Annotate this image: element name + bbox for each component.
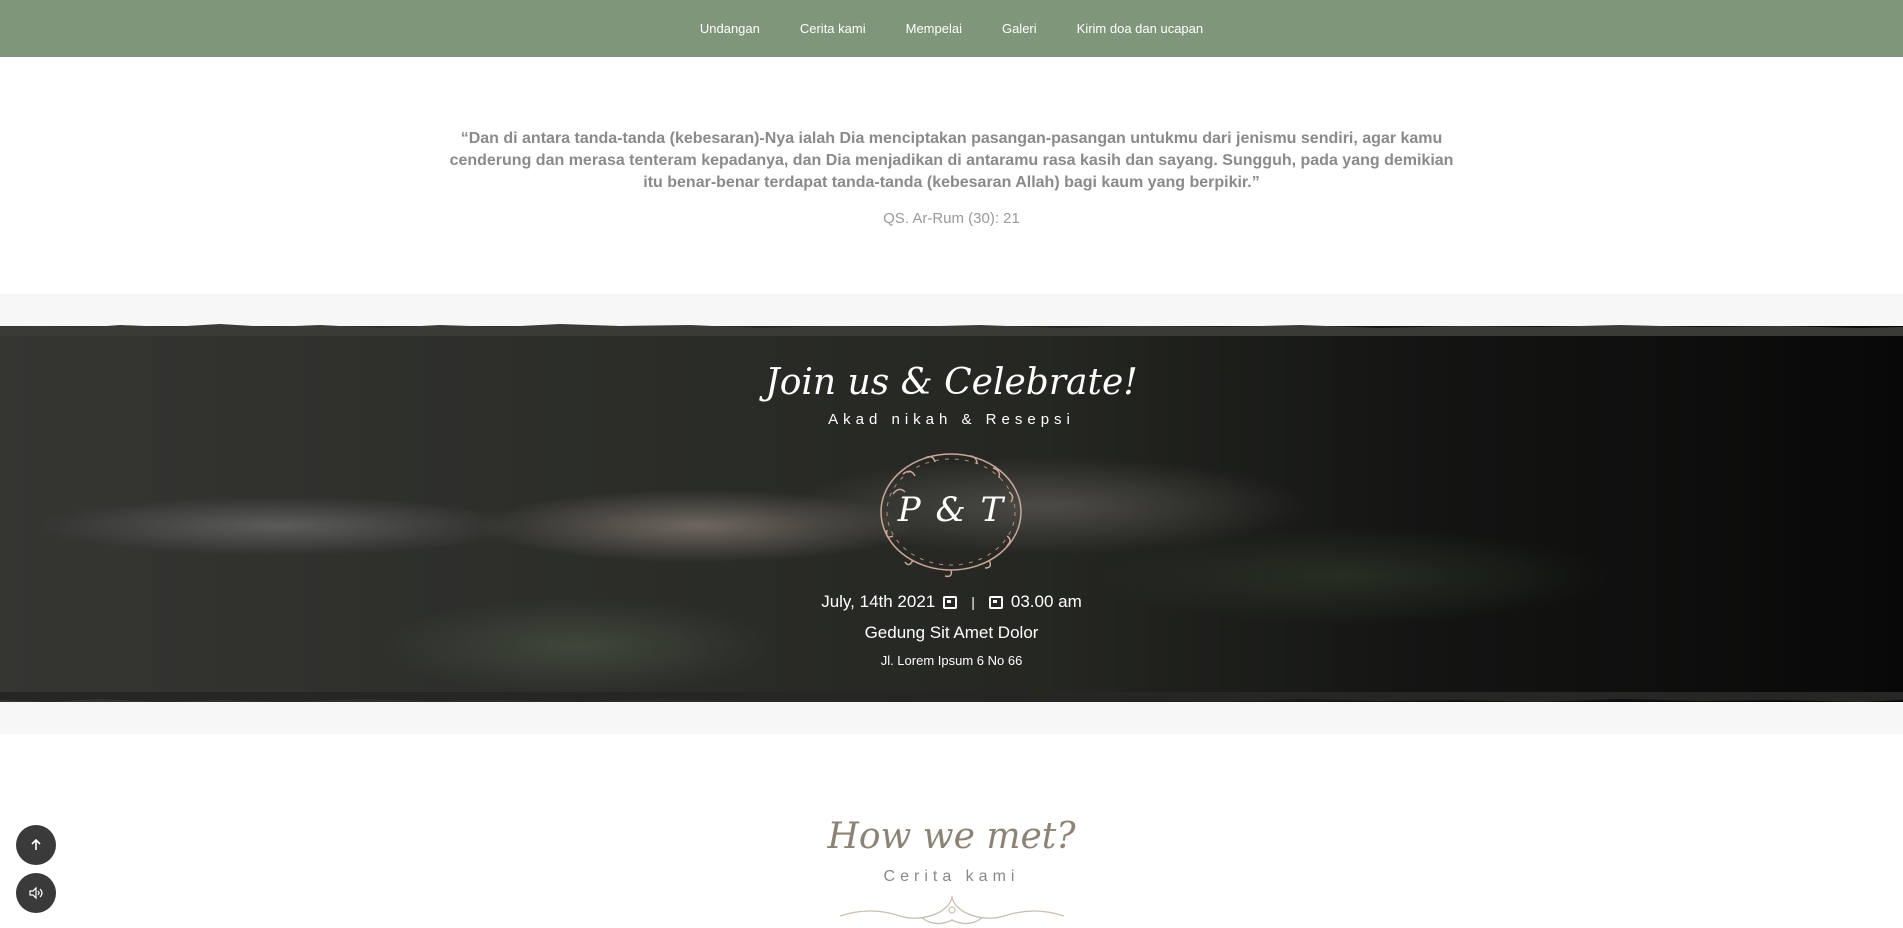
event-time: 03.00 am	[1010, 592, 1082, 611]
event-title: Join us & Celebrate!	[765, 362, 1138, 403]
top-nav: Undangan Cerita kami Mempelai Galeri Kir…	[0, 0, 1903, 57]
sound-toggle-button[interactable]	[16, 873, 56, 913]
torn-edge-bottom	[0, 692, 1903, 702]
quote-source: QS. Ar-Rum (30): 21	[883, 210, 1020, 227]
event-address: Jl. Lorem Ipsum 6 No 66	[880, 653, 1023, 668]
calendar-icon	[943, 595, 958, 609]
torn-edge-top	[0, 324, 1903, 336]
nav-item-undangan[interactable]: Undangan	[680, 21, 780, 36]
arrow-up-icon	[31, 838, 41, 850]
flourish-ornament-icon	[839, 895, 1065, 925]
story-title: How we met?	[827, 816, 1076, 857]
event-datetime: July, 14th 2021 | 03.00 am	[0, 592, 1903, 612]
couple-monogram: P & T	[897, 490, 1006, 530]
quran-quote: “Dan di antara tanda-tanda (kebesaran)-N…	[449, 130, 1454, 191]
clock-icon	[988, 595, 1003, 609]
nav-item-cerita-kami[interactable]: Cerita kami	[780, 21, 886, 36]
scroll-top-button[interactable]	[16, 825, 56, 865]
story-subtitle: Cerita kami	[883, 868, 1020, 885]
event-venue: Gedung Sit Amet Dolor	[864, 623, 1039, 642]
nav-item-kirim-doa[interactable]: Kirim doa dan ucapan	[1057, 21, 1223, 36]
speaker-icon	[29, 886, 43, 900]
event-subtitle: Akad nikah & Resepsi	[828, 411, 1075, 428]
nav-item-mempelai[interactable]: Mempelai	[886, 21, 982, 36]
datetime-separator: |	[971, 594, 975, 610]
nav-item-galeri[interactable]: Galeri	[982, 21, 1057, 36]
event-date: July, 14th 2021	[821, 592, 936, 611]
